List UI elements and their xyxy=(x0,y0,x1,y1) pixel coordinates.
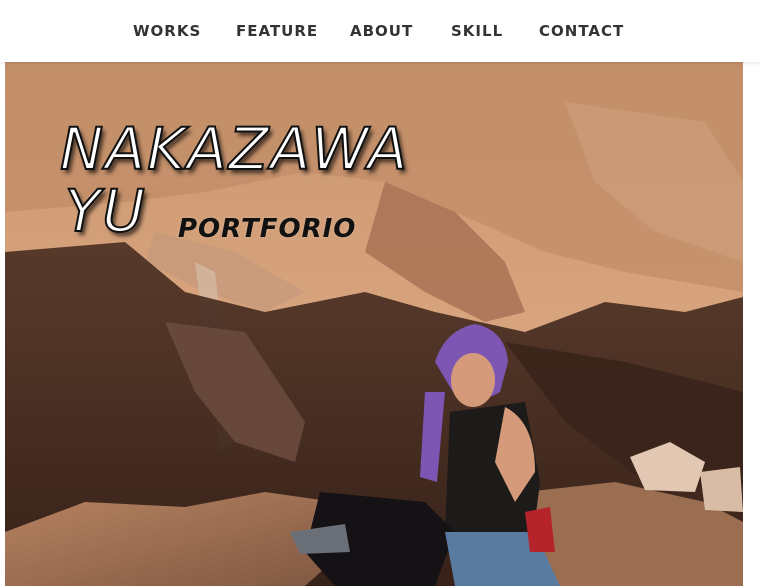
nav-item-works[interactable]: WORKS xyxy=(133,20,201,42)
top-navigation: WORKS FEATURE ABOUT SKILL CONTACT xyxy=(0,0,760,62)
nav-menu: WORKS FEATURE ABOUT SKILL CONTACT xyxy=(0,0,760,62)
hero-name-line2: YU xyxy=(64,177,147,245)
nav-item-feature[interactable]: FEATURE xyxy=(236,20,318,42)
hero-name-line1: NAKAZAWA xyxy=(59,115,410,183)
hero-section: NAKAZAWA YU PORTFORIO xyxy=(5,62,743,586)
hero-subtitle: PORTFORIO xyxy=(178,214,357,244)
nav-item-about[interactable]: ABOUT xyxy=(350,20,413,42)
nav-item-contact[interactable]: CONTACT xyxy=(539,20,624,42)
nav-item-skill[interactable]: SKILL xyxy=(451,20,503,42)
